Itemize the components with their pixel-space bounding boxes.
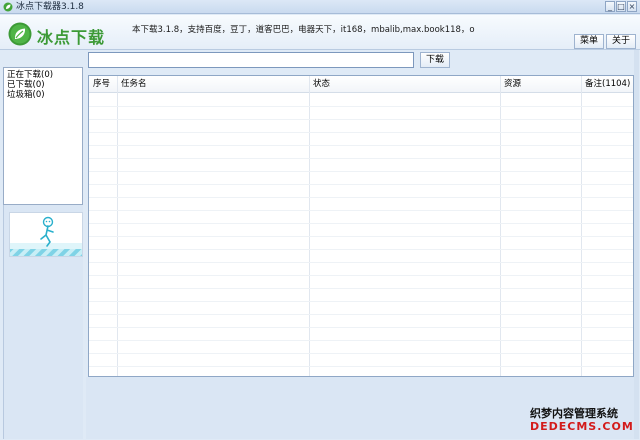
column-header-notes[interactable]: 备注(1104) xyxy=(581,76,630,93)
maximize-button[interactable]: □ xyxy=(616,1,626,12)
table-body xyxy=(89,94,633,376)
watermark-title: 织梦内容管理系统 xyxy=(530,407,618,420)
right-edge-strip xyxy=(634,50,639,439)
ad-banner[interactable] xyxy=(9,212,83,257)
minimize-button[interactable]: _ xyxy=(605,1,615,12)
mascot-illustration xyxy=(10,213,82,256)
column-header-index[interactable]: 序号 xyxy=(89,76,110,93)
column-header-status[interactable]: 状态 xyxy=(309,76,330,93)
close-button[interactable]: × xyxy=(627,1,637,12)
title-bar: 冰点下载器3.1.8 _ □ × xyxy=(0,0,640,14)
sidebar-item-downloaded[interactable]: 已下载(0) xyxy=(4,80,82,90)
leaf-logo-icon xyxy=(8,22,32,46)
menu-button[interactable]: 菜单 xyxy=(574,34,604,49)
column-header-resource[interactable]: 资源 xyxy=(500,76,521,93)
supported-sites-text: 本下载3.1.8，支持百度，豆丁，道客巴巴，电器天下，it168，mbalib,… xyxy=(132,25,475,35)
column-header-task-name[interactable]: 任务名 xyxy=(117,76,147,93)
about-button[interactable]: 关于 xyxy=(606,34,636,49)
sidebar-item-trash[interactable]: 垃圾箱(0) xyxy=(4,90,82,100)
leaf-icon xyxy=(3,2,13,12)
watermark-url: DEDECMS.COM xyxy=(530,420,634,433)
sidebar-item-downloading[interactable]: 正在下载(0) xyxy=(4,70,82,80)
category-list: 正在下载(0) 已下载(0) 垃圾箱(0) xyxy=(3,67,83,205)
url-input[interactable] xyxy=(88,52,414,68)
task-table[interactable]: 序号 任务名 状态 资源 备注(1104) xyxy=(88,75,634,377)
window-title: 冰点下载器3.1.8 xyxy=(16,2,84,12)
app-header: 冰点下载 本下载3.1.8，支持百度，豆丁，道客巴巴，电器天下，it168，mb… xyxy=(0,15,640,50)
download-button[interactable]: 下载 xyxy=(420,52,450,68)
table-header: 序号 任务名 状态 资源 备注(1104) xyxy=(89,76,633,93)
app-logo-text: 冰点下载 xyxy=(37,28,106,47)
